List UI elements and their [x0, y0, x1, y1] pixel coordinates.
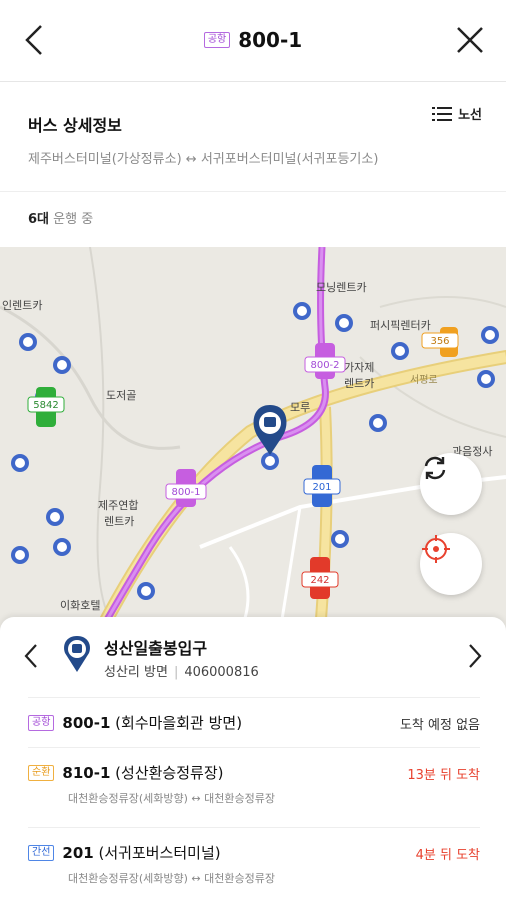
bus-destination: (성산환승정류장): [115, 764, 224, 782]
close-icon: [457, 27, 483, 53]
route-type-badge: 공항: [203, 32, 231, 48]
bus-route: 201 (서귀포버스터미널): [62, 842, 220, 863]
stop-name: 성산일출봉입구: [104, 639, 208, 658]
crosshair-icon: [422, 535, 450, 563]
close-button[interactable]: [452, 22, 488, 58]
route-number: 800-1: [238, 28, 303, 52]
bus-number: 201: [62, 844, 94, 862]
route-type-badge: 순환: [28, 764, 55, 781]
bus-marker-label: 800-2: [310, 360, 339, 371]
map-label: 모닝렌트카: [316, 281, 367, 294]
separator: |: [173, 665, 179, 680]
bus-info-section: 버스 상세정보 노선 제주버스터미널(가상정류소) ↔ 서귀포버스터미널(서귀포…: [0, 82, 506, 192]
route-list-button[interactable]: 노선: [432, 104, 482, 123]
map-label: 렌트카: [344, 377, 374, 390]
bus-marker-800-2[interactable]: 800-2: [304, 343, 346, 379]
map-label: 제주연합: [98, 499, 138, 512]
chevron-right-icon: [469, 644, 482, 668]
stop-direction: 성산리 방면: [104, 665, 168, 680]
bus-arrival-row[interactable]: 공항 800-1 (회수마을회관 방면) 도착 예정 없음: [28, 697, 480, 747]
bus-destination: (회수마을회관 방면): [115, 714, 243, 732]
arrival-time: 도착 예정 없음: [399, 718, 480, 733]
bus-marker-5842[interactable]: 5842: [27, 387, 65, 427]
bus-line: 순환 810-1 (성산환승정류장): [28, 762, 223, 783]
bus-line: 공항 800-1 (회수마을회관 방면): [28, 712, 242, 733]
page-title: 공항 800-1: [0, 28, 506, 52]
route-list-label: 노선: [458, 108, 482, 123]
operating-count-label: 운행 중: [53, 212, 94, 227]
next-stop-button[interactable]: [468, 643, 482, 673]
refresh-icon: [424, 456, 446, 480]
bus-number: 800-1: [62, 714, 111, 732]
operating-count-value: 6대: [28, 212, 50, 227]
bus-marker-label: 5842: [33, 400, 58, 411]
refresh-button[interactable]: [420, 453, 482, 515]
bus-destination: (서귀포버스터미널): [98, 844, 221, 862]
route-path: 제주버스터미널(가상정류소) ↔ 서귀포버스터미널(서귀포등기소): [28, 152, 379, 167]
bus-marker-242[interactable]: 242: [301, 557, 339, 599]
bus-line: 간선 201 (서귀포버스터미널): [28, 842, 221, 863]
bus-route-path: 대천환승정류장(세화방향) ↔ 대천환승정류장: [68, 872, 275, 885]
map-label: 퍼시픽렌터카: [370, 319, 431, 332]
bus-route: 810-1 (성산환승정류장): [62, 762, 223, 783]
bus-marker-label: 242: [310, 575, 329, 586]
bus-number: 810-1: [62, 764, 111, 782]
bus-arrival-row[interactable]: 순환 810-1 (성산환승정류장) 13분 뒤 도착 대천환승정류장(세화방향…: [28, 747, 480, 817]
section-title: 버스 상세정보: [28, 116, 122, 135]
map-view[interactable]: 인렌트카 모닝렌트카 퍼시픽렌터카 가자제 렌트카 도저골 제주연합 렌트카 이…: [0, 247, 506, 632]
bus-arrival-row[interactable]: 간선 201 (서귀포버스터미널) 4분 뒤 도착 대천환승정류장(세화방향) …: [28, 827, 480, 897]
bus-route: 800-1 (회수마을회관 방면): [62, 712, 242, 733]
map-label: 인렌트카: [2, 299, 42, 312]
map-label: 렌트카: [104, 515, 134, 528]
bus-marker-label: 800-1: [171, 487, 200, 498]
route-type-badge: 간선: [28, 844, 55, 861]
bus-route-path: 대천환승정류장(세화방향) ↔ 대천환승정류장: [68, 792, 275, 805]
arrival-time: 13분 뒤 도착: [407, 768, 480, 783]
bus-marker-label: 356: [430, 336, 449, 347]
bus-marker-label: 201: [312, 482, 331, 493]
route-type-badge: 공항: [28, 714, 55, 731]
stop-code: 406000816: [184, 665, 259, 680]
stop-subinfo: 성산리 방면 | 406000816: [104, 661, 259, 680]
map-label: 가자제: [344, 361, 374, 374]
map-label: 도저골: [106, 389, 136, 402]
map-label: 모루: [290, 401, 310, 414]
stop-header: 성산일출봉입구 성산리 방면 | 406000816: [0, 617, 506, 695]
my-location-button[interactable]: [420, 533, 482, 595]
bus-stop-icon: [62, 635, 92, 677]
prev-stop-button[interactable]: [24, 643, 38, 673]
arrival-time: 4분 뒤 도착: [415, 848, 480, 863]
top-bar: 공항 800-1: [0, 0, 506, 82]
road-label: 서평로: [410, 374, 438, 386]
operating-count: 6대 운행 중: [28, 208, 93, 227]
list-icon: [432, 106, 453, 121]
stop-arrival-panel: 성산일출봉입구 성산리 방면 | 406000816 공항 800-1 (회수마을회…: [0, 617, 506, 900]
map-label: 이화호텔: [60, 599, 100, 612]
chevron-left-icon: [24, 644, 37, 668]
